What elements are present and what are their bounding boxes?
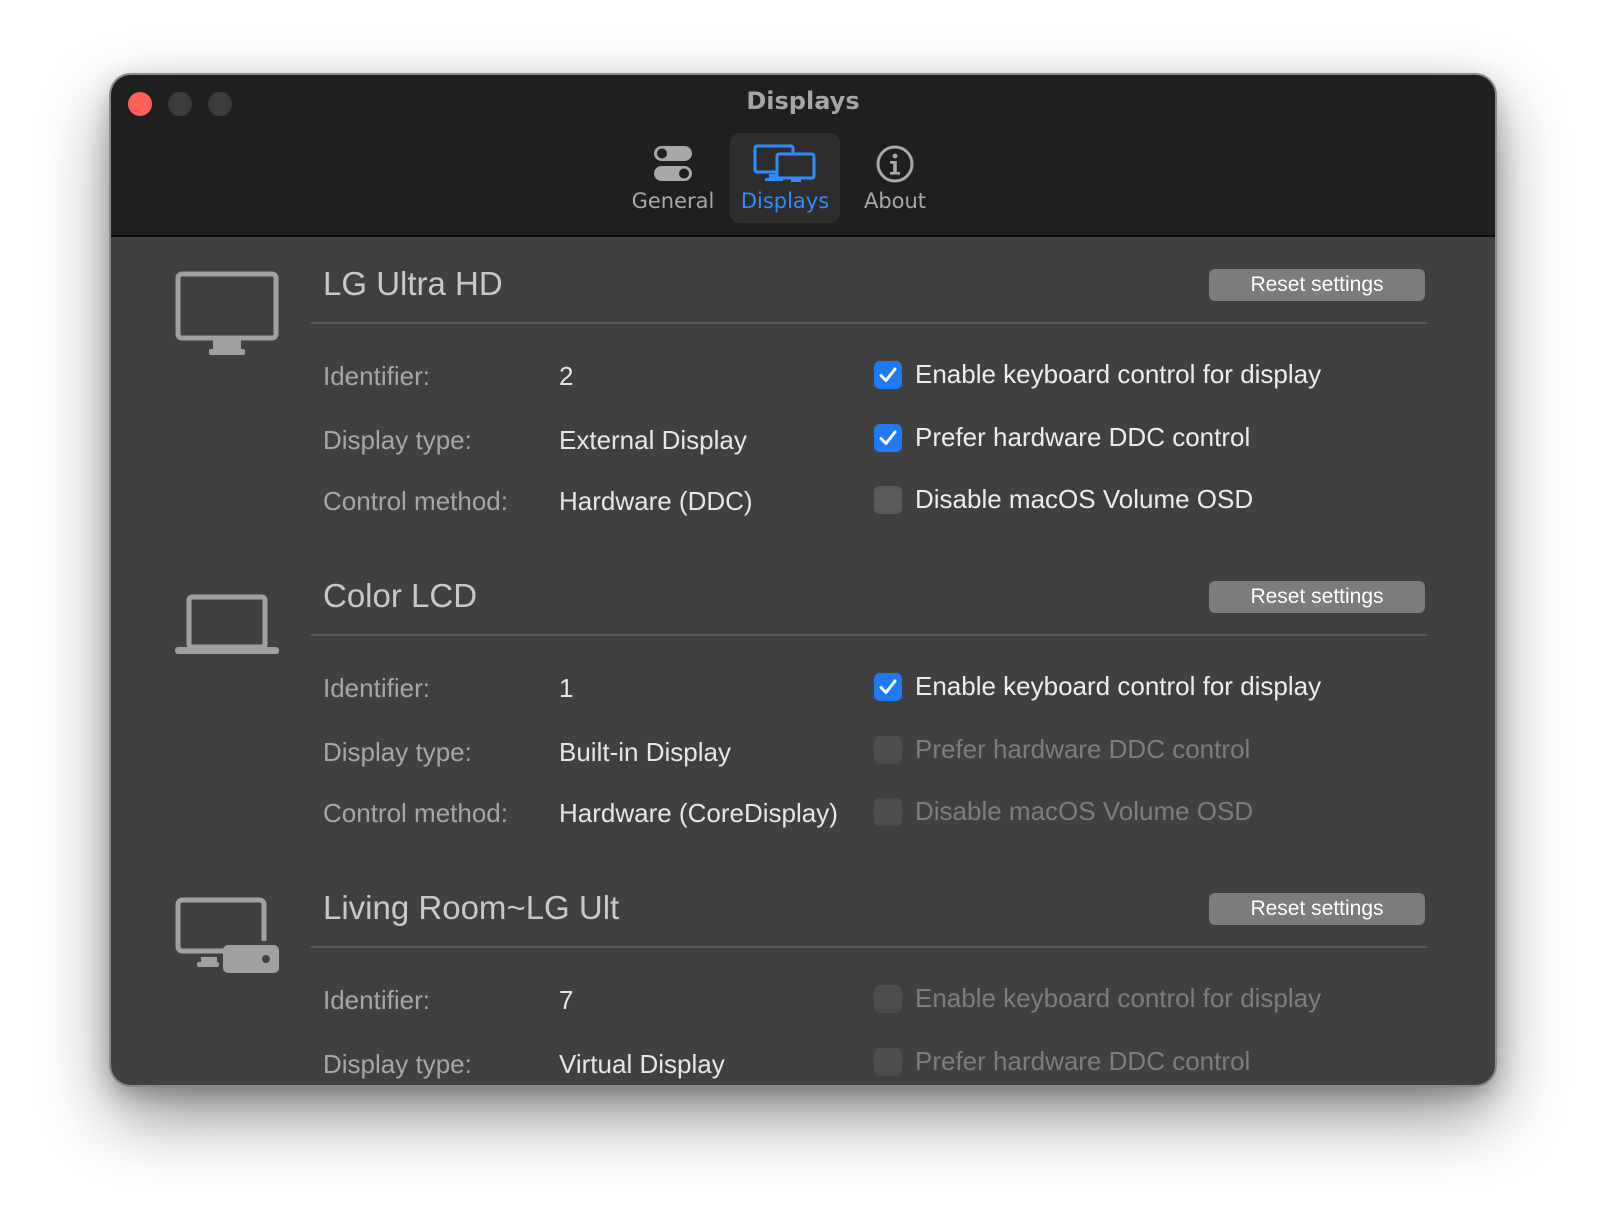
monitor-icon	[175, 271, 279, 361]
keyboard-control-checkbox: Enable keyboard control for display	[874, 983, 1321, 1014]
reset-settings-button[interactable]: Reset settings	[1209, 581, 1425, 613]
control-method-label: Control method:	[323, 798, 508, 828]
identifier-label: Identifier:	[323, 361, 430, 391]
display-type-label: Display type:	[323, 737, 472, 767]
checkbox-box[interactable]	[874, 485, 902, 514]
toggles-icon	[652, 143, 694, 185]
display-name: Color LCD	[323, 577, 478, 614]
title-bar: Displays General Displays About	[111, 75, 1495, 237]
laptop-icon	[175, 593, 279, 661]
display-type-value: Built-in Display	[559, 737, 731, 767]
identifier-value: 1	[559, 673, 574, 703]
checkbox-box	[874, 797, 902, 826]
checkbox-box	[874, 735, 902, 764]
identifier-value: 2	[559, 361, 574, 391]
checkbox-box[interactable]	[874, 672, 902, 701]
control-method-value: Hardware (DDC)	[559, 486, 753, 516]
checkbox-label: Prefer hardware DDC control	[915, 422, 1251, 452]
tab-displays-label: Displays	[740, 189, 830, 213]
display-section-living-room: Living Room~LG Ult Reset settings Identi…	[111, 861, 1495, 1085]
tab-general-label: General	[631, 189, 715, 213]
checkbox-label: Disable macOS Volume OSD	[915, 796, 1254, 826]
checkbox-label: Disable macOS Volume OSD	[915, 484, 1254, 514]
tab-general[interactable]: General	[623, 133, 723, 223]
section-divider	[311, 634, 1427, 636]
checkbox-label: Enable keyboard control for display	[915, 983, 1322, 1013]
reset-settings-button[interactable]: Reset settings	[1209, 269, 1425, 301]
display-type-label: Display type:	[323, 425, 472, 455]
display-type-label: Display type:	[323, 1049, 472, 1079]
displays-list: LG Ultra HD Reset settings Identifier: 2…	[111, 237, 1495, 1085]
info-icon	[875, 143, 915, 185]
checkbox-box	[874, 1047, 902, 1076]
tab-about[interactable]: About	[847, 133, 943, 223]
tab-about-label: About	[863, 189, 927, 213]
keyboard-control-checkbox[interactable]: Enable keyboard control for display	[874, 671, 1321, 702]
prefer-ddc-checkbox[interactable]: Prefer hardware DDC control	[874, 422, 1250, 453]
checkbox-label: Enable keyboard control for display	[915, 671, 1322, 701]
display-section-lg-ultra-hd: LG Ultra HD Reset settings Identifier: 2…	[111, 237, 1495, 557]
identifier-label: Identifier:	[323, 985, 430, 1015]
identifier-value: 7	[559, 985, 574, 1015]
identifier-label: Identifier:	[323, 673, 430, 703]
section-divider	[311, 946, 1427, 948]
display-type-value: Virtual Display	[559, 1049, 725, 1079]
preferences-window: Displays General Displays About LG Ultra…	[111, 75, 1495, 1085]
checkbox-box	[874, 984, 902, 1013]
checkmark-icon	[879, 367, 897, 382]
section-divider	[311, 322, 1427, 324]
display-section-color-lcd: Color LCD Reset settings Identifier: 1 D…	[111, 549, 1495, 869]
display-name: Living Room~LG Ult	[323, 889, 620, 926]
checkbox-label: Prefer hardware DDC control	[915, 1046, 1251, 1076]
control-method-value: Hardware (CoreDisplay)	[559, 798, 838, 828]
disable-volume-osd-checkbox[interactable]: Disable macOS Volume OSD	[874, 484, 1253, 515]
disable-volume-osd-checkbox: Disable macOS Volume OSD	[874, 796, 1253, 827]
control-method-label: Control method:	[323, 486, 508, 516]
tab-displays[interactable]: Displays	[730, 133, 840, 223]
displays-icon	[753, 143, 817, 185]
checkbox-box[interactable]	[874, 423, 902, 452]
checkbox-label: Enable keyboard control for display	[915, 359, 1322, 389]
display-name: LG Ultra HD	[323, 265, 503, 302]
keyboard-control-checkbox[interactable]: Enable keyboard control for display	[874, 359, 1321, 390]
checkmark-icon	[879, 679, 897, 694]
window-title: Displays	[746, 87, 860, 115]
checkbox-box[interactable]	[874, 360, 902, 389]
prefer-ddc-checkbox: Prefer hardware DDC control	[874, 1046, 1250, 1077]
reset-settings-button[interactable]: Reset settings	[1209, 893, 1425, 925]
display-type-value: External Display	[559, 425, 747, 455]
checkbox-label: Prefer hardware DDC control	[915, 734, 1251, 764]
checkmark-icon	[879, 430, 897, 445]
airplay-display-icon	[175, 897, 281, 981]
prefer-ddc-checkbox: Prefer hardware DDC control	[874, 734, 1250, 765]
